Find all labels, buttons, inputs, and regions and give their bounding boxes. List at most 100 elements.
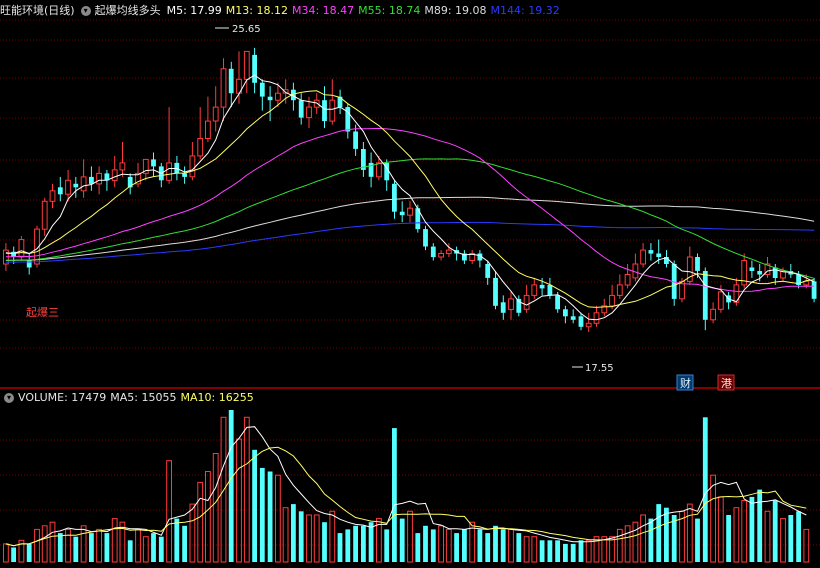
volume-bar	[392, 428, 397, 562]
candle-body	[111, 169, 118, 181]
volume-ma5-value: MA5: 15055	[110, 391, 177, 404]
volume-bar	[174, 518, 180, 562]
candle-body	[493, 277, 498, 306]
ma-m5-value: M5: 17.99	[166, 4, 222, 17]
volume-bar	[485, 533, 491, 562]
volume-bar	[563, 543, 568, 562]
volume-panel-header: ▾ VOLUME: 17479 MA5: 15055 MA10: 16255	[0, 389, 258, 407]
candle-body	[523, 294, 530, 310]
candle-body	[757, 271, 763, 275]
candle-body	[539, 284, 545, 289]
candle-body	[376, 162, 382, 178]
volume-bar	[259, 467, 265, 562]
volume-bar	[384, 529, 390, 562]
candle-body	[329, 99, 336, 122]
volume-bar	[298, 511, 304, 562]
volume-bar	[11, 547, 16, 562]
high-price-label: 25.65	[232, 24, 261, 35]
signal-label: 起爆三	[26, 305, 59, 319]
volume-bar	[664, 507, 669, 562]
candle-body	[585, 322, 592, 328]
candle-body	[648, 250, 654, 254]
volume-bar	[353, 525, 358, 562]
volume-bar	[361, 525, 366, 562]
volume-bar	[57, 533, 63, 562]
kline-chart-window[interactable]: 25.65 17.55 起爆三 财 港 旺能环境(日线) ▾ 起爆均线多头 M5…	[0, 0, 820, 564]
volume-bar	[454, 533, 459, 562]
hk-badge-text: 港	[721, 377, 732, 390]
indicator-name: 起爆均线多头	[94, 4, 161, 17]
ma-m34-value: M34: 18.47	[291, 4, 355, 17]
candle-body	[547, 284, 553, 296]
candle-body	[73, 183, 79, 188]
candle-body	[407, 207, 413, 216]
volume-bar	[648, 518, 654, 562]
chevron-down-icon[interactable]: ▾	[4, 393, 14, 403]
candle-body	[212, 106, 219, 122]
candle-body	[563, 309, 568, 317]
volume-bar	[757, 489, 763, 562]
candle-body	[749, 267, 755, 271]
volume-bar	[423, 525, 428, 562]
candle-body	[228, 68, 234, 94]
candle-body	[702, 271, 708, 320]
candle-body	[555, 295, 560, 310]
candle-body	[500, 302, 506, 313]
volume-bar	[462, 529, 467, 562]
candle-body	[18, 239, 25, 258]
volume-bar	[322, 522, 327, 562]
candle-body	[593, 312, 600, 324]
volume-bar	[695, 518, 700, 562]
candle-body	[322, 100, 327, 122]
candle-body	[119, 162, 126, 171]
chevron-down-icon[interactable]: ▾	[80, 6, 91, 16]
candle-body	[508, 298, 514, 310]
candle-body	[656, 253, 662, 257]
volume-bar	[500, 529, 506, 562]
volume-bar	[788, 515, 794, 562]
candle-body	[306, 106, 312, 119]
candle-body	[531, 284, 538, 296]
volume-bar	[726, 515, 731, 562]
volume-bar	[228, 410, 234, 562]
candle-body	[80, 176, 87, 192]
candle-body	[259, 82, 265, 97]
volume-bar	[578, 540, 584, 562]
candle-body	[423, 229, 428, 247]
volume-bar	[151, 533, 156, 562]
chart-canvas[interactable]: 25.65 17.55 起爆三 财 港	[0, 0, 820, 564]
ma-m144-value: M144: 19.32	[490, 4, 560, 17]
ma-m13-value: M13: 18.12	[225, 4, 288, 17]
candle-body	[49, 190, 56, 202]
candle-body	[803, 280, 810, 286]
volume-bar	[89, 533, 94, 562]
volume-bar	[158, 536, 164, 562]
volume-bar	[547, 540, 553, 562]
candle-body	[57, 187, 63, 195]
candle-body	[65, 179, 71, 195]
candle-body	[578, 316, 584, 327]
candle-body	[197, 138, 204, 157]
candle-body	[717, 291, 724, 310]
candle-body	[96, 172, 102, 185]
candle-body	[353, 131, 358, 149]
candle-body	[811, 281, 817, 299]
candle-body	[772, 267, 778, 278]
candle-body	[430, 246, 436, 258]
candle-body	[41, 200, 48, 230]
volume-bar	[337, 533, 343, 562]
candle-body	[275, 92, 281, 101]
volume-bar	[104, 533, 110, 562]
candle-body	[570, 316, 576, 320]
candle-body	[640, 249, 647, 265]
candle-body	[445, 249, 452, 255]
candle-body	[438, 253, 445, 258]
candle-body	[695, 257, 700, 271]
volume-bar	[291, 504, 296, 562]
volume-bar	[539, 540, 545, 562]
candle-body	[252, 54, 257, 83]
volume-bar	[656, 504, 662, 562]
candle-body	[392, 183, 397, 212]
candle-body	[220, 68, 227, 108]
volume-bar	[516, 533, 522, 562]
